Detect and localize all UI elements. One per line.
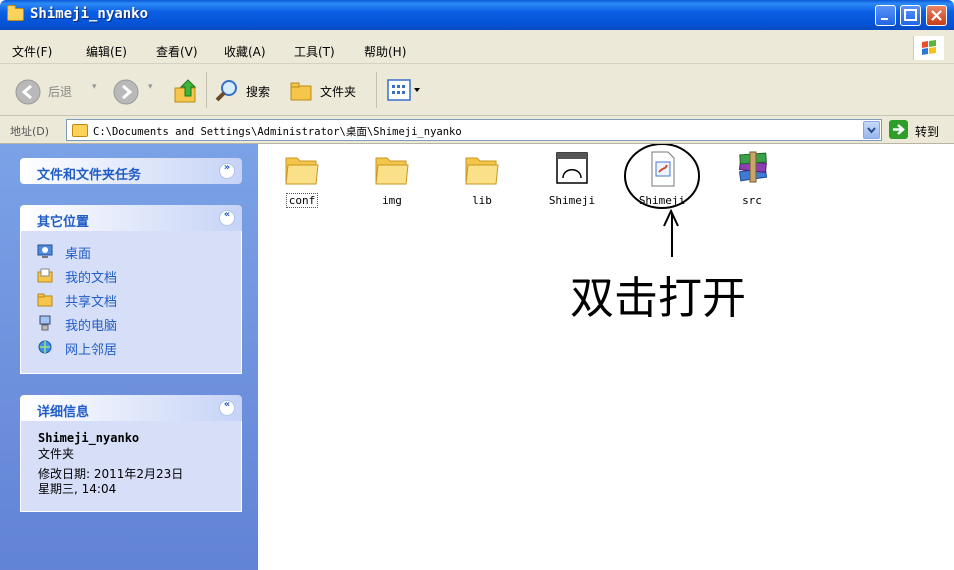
menu-bar: 文件(F) 编辑(E) 查看(V) 收藏(A) 工具(T) 帮助(H) [0, 30, 954, 64]
search-button[interactable]: 搜索 [214, 78, 270, 107]
details-title: 详细信息 [37, 405, 90, 420]
details-header[interactable]: 详细信息 « [20, 395, 242, 421]
collapse-chevron-icon[interactable]: « [219, 209, 235, 226]
toolbar-separator [206, 72, 207, 108]
go-label[interactable]: 转到 [915, 123, 939, 140]
file-tasks-header[interactable]: 文件和文件夹任务 » [20, 158, 242, 184]
other-places-header[interactable]: 其它位置 « [20, 205, 242, 231]
maximize-button[interactable] [900, 5, 921, 26]
other-places-title: 其它位置 [37, 215, 90, 230]
desktop-icon [37, 244, 53, 258]
forward-dropdown-icon[interactable]: ▾ [148, 82, 153, 92]
details-panel: 详细信息 « Shimeji_nyanko 文件夹 修改日期: 2011年2月2… [20, 395, 242, 512]
views-button[interactable] [386, 78, 422, 105]
search-icon [215, 80, 237, 102]
menu-favorites[interactable]: 收藏(A) [224, 43, 266, 60]
folders-icon [290, 82, 312, 101]
minimize-button[interactable] [875, 5, 896, 26]
folders-label: 文件夹 [320, 85, 357, 99]
place-label: 桌面 [65, 247, 92, 262]
up-folder-icon [174, 79, 197, 103]
folder-icon [72, 124, 88, 137]
menu-tools[interactable]: 工具(T) [294, 43, 335, 60]
place-label: 共享文档 [65, 295, 118, 310]
place-label: 我的电脑 [65, 319, 118, 334]
forward-arrow-icon [113, 79, 139, 105]
network-places-icon [38, 340, 52, 354]
menu-help[interactable]: 帮助(H) [364, 43, 406, 60]
shared-documents-icon [37, 293, 53, 307]
annotation-text: 双击打开 [570, 273, 746, 324]
toolbar: 后退 ▾ ▾ 搜索 文件夹 [0, 64, 954, 116]
details-modified-time: 星期三, 14:04 [38, 482, 117, 496]
toolbar-separator [376, 72, 377, 108]
address-dropdown-button[interactable] [863, 121, 880, 139]
task-pane: 文件和文件夹任务 » 其它位置 « 桌面 我的文档 共享文档 我的电脑 网上邻居… [0, 144, 258, 570]
close-icon [931, 10, 942, 21]
other-places-body: 桌面 我的文档 共享文档 我的电脑 网上邻居 [20, 231, 242, 374]
annotation-overlay [624, 144, 700, 257]
place-label: 我的文档 [65, 271, 118, 286]
maximize-icon [904, 9, 917, 21]
chevron-down-icon [867, 127, 876, 134]
address-input[interactable]: C:\Documents and Settings\Administrator\… [66, 119, 882, 141]
place-label: 网上邻居 [65, 343, 118, 358]
menu-file[interactable]: 文件(F) [12, 43, 52, 60]
windows-logo [913, 36, 944, 60]
folder-icon [7, 5, 24, 21]
my-documents-icon [37, 268, 53, 283]
expand-chevron-icon[interactable]: » [219, 162, 235, 179]
go-button[interactable] [889, 120, 908, 139]
views-icon [387, 79, 420, 101]
folders-button[interactable]: 文件夹 [288, 78, 356, 107]
details-body: Shimeji_nyanko 文件夹 修改日期: 2011年2月23日 星期三,… [20, 421, 242, 512]
search-label: 搜索 [246, 85, 271, 99]
my-computer-icon [39, 315, 51, 331]
menu-edit[interactable]: 编辑(E) [86, 43, 127, 60]
windows-flag-icon [922, 40, 936, 55]
back-dropdown-icon[interactable]: ▾ [92, 82, 97, 92]
address-path: C:\Documents and Settings\Administrator\… [93, 126, 462, 138]
address-label: 地址(D) [10, 125, 50, 138]
address-bar: 地址(D) C:\Documents and Settings\Administ… [0, 116, 954, 144]
back-label: 后退 [48, 85, 73, 99]
forward-button[interactable]: ▾ [112, 78, 153, 109]
up-folder-button[interactable] [172, 76, 200, 109]
details-type: 文件夹 [38, 447, 75, 461]
window-title: Shimeji_nyanko [30, 6, 149, 22]
collapse-chevron-icon[interactable]: « [219, 399, 235, 416]
other-places-panel: 其它位置 « 桌面 我的文档 共享文档 我的电脑 网上邻居 [20, 205, 242, 374]
back-arrow-icon [15, 79, 41, 105]
file-list-area[interactable]: conf img lib Shimeji Shimeji src 双击打开 [258, 144, 954, 570]
file-tasks-panel: 文件和文件夹任务 » [20, 158, 242, 184]
go-arrow-icon [893, 124, 905, 135]
close-button[interactable] [926, 5, 947, 26]
details-folder-name: Shimeji_nyanko [38, 431, 140, 445]
minimize-icon [881, 18, 888, 20]
title-bar[interactable]: Shimeji_nyanko [0, 0, 954, 30]
file-tasks-title: 文件和文件夹任务 [37, 168, 142, 183]
menu-view[interactable]: 查看(V) [156, 43, 198, 60]
